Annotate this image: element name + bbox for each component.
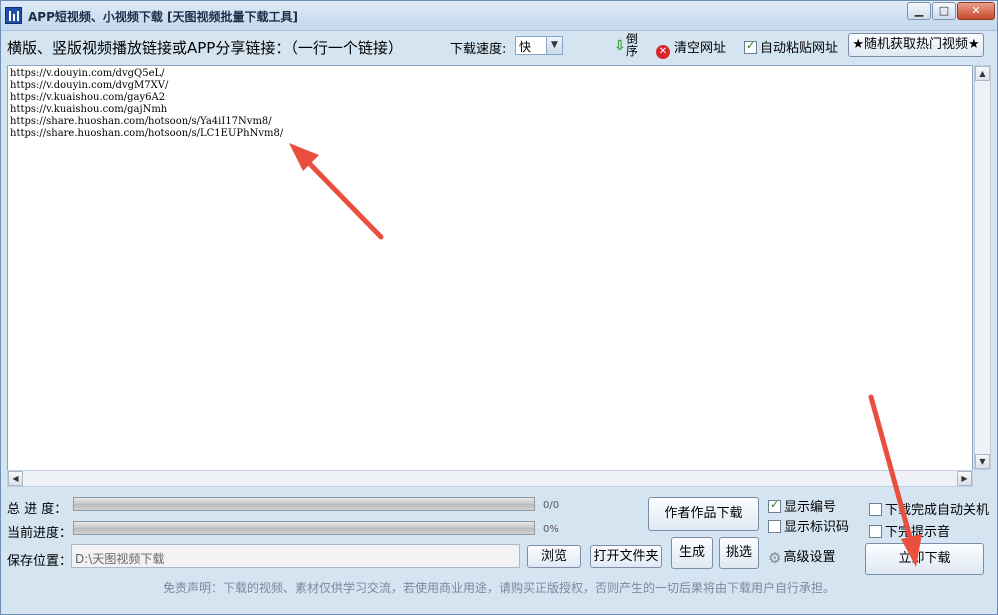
total-progress-bar bbox=[73, 497, 535, 511]
show-number-label: 显示编号 bbox=[784, 500, 837, 515]
random-hot-video-button[interactable]: ★随机获取热门视频★ bbox=[848, 33, 984, 57]
chevron-down-icon: ▼ bbox=[546, 37, 562, 54]
arrow-down-icon: ⇩ bbox=[614, 38, 626, 54]
minimize-button[interactable]: ▁ bbox=[907, 2, 931, 20]
auto-paste-label: 自动粘贴网址 bbox=[760, 41, 839, 56]
show-id-checkbox[interactable]: 显示标识码 bbox=[768, 516, 849, 535]
maximize-button[interactable]: □ bbox=[932, 2, 956, 20]
close-button[interactable]: ✕ bbox=[957, 2, 995, 20]
app-logo-icon bbox=[5, 7, 22, 24]
show-id-label: 显示标识码 bbox=[784, 520, 850, 535]
current-progress-bar bbox=[73, 521, 535, 535]
vertical-scrollbar[interactable]: ▲ ▼ bbox=[974, 65, 991, 470]
window-title: APP短视频、小视频下载 [天图视频批量下载工具] bbox=[28, 10, 299, 24]
url-input-prompt: 横版、竖版视频播放链接或APP分享链接：（一行一个链接） bbox=[7, 39, 403, 57]
app-window: APP短视频、小视频下载 [天图视频批量下载工具] ▁ □ ✕ 横版、竖版视频播… bbox=[0, 0, 998, 615]
sound-prompt-checkbox[interactable]: 下完提示音 bbox=[869, 521, 950, 540]
author-works-download-button[interactable]: 作者作品下载 bbox=[648, 497, 759, 531]
generate-button[interactable]: 生成 bbox=[671, 537, 713, 569]
current-progress-label: 当前进度： bbox=[7, 526, 73, 541]
disclaimer-text: 免责声明：下载的视频、素材仅供学习交流，若使用商业用途，请购买正版授权，否则产生… bbox=[162, 581, 835, 595]
auto-shutdown-checkbox[interactable]: 下载完成自动关机 bbox=[869, 499, 989, 518]
save-location-label: 保存位置： bbox=[7, 554, 73, 569]
horizontal-scrollbar[interactable]: ◀ ▶ bbox=[7, 470, 973, 487]
save-path-field[interactable]: D:\天图视频下载 bbox=[71, 544, 520, 568]
clear-icon: ✕ bbox=[656, 45, 670, 59]
scroll-up-icon[interactable]: ▲ bbox=[975, 66, 990, 81]
total-progress-value: 0/0 bbox=[543, 500, 560, 511]
advanced-settings-button[interactable]: ⚙ 高级设置 bbox=[768, 546, 835, 567]
auto-paste-checkbox-box bbox=[744, 39, 757, 54]
browse-button[interactable]: 浏览 bbox=[527, 545, 581, 568]
scroll-down-icon[interactable]: ▼ bbox=[975, 454, 990, 469]
sound-prompt-checkbox-box bbox=[869, 525, 882, 538]
scroll-right-icon[interactable]: ▶ bbox=[957, 471, 972, 486]
open-folder-button[interactable]: 打开文件夹 bbox=[590, 545, 662, 568]
speed-select[interactable]: 快 ▼ bbox=[515, 36, 563, 55]
auto-shutdown-checkbox-box bbox=[869, 503, 882, 516]
current-progress-value: 0% bbox=[543, 524, 559, 535]
total-progress-label: 总 进 度： bbox=[7, 502, 68, 517]
reverse-order-label: 倒序 bbox=[626, 32, 639, 58]
gear-icon: ⚙ bbox=[768, 549, 782, 567]
title-bar: APP短视频、小视频下载 [天图视频批量下载工具] ▁ □ ✕ bbox=[1, 1, 997, 31]
auto-paste-checkbox[interactable]: 自动粘贴网址 bbox=[744, 37, 838, 56]
url-textarea[interactable]: https://v.douyin.com/dvgQ5eL/ https://v.… bbox=[7, 65, 973, 487]
clear-urls-button[interactable]: ✕ 清空网址 bbox=[656, 37, 726, 59]
sound-prompt-label: 下完提示音 bbox=[885, 525, 951, 540]
speed-label: 下载速度: bbox=[450, 42, 507, 57]
show-number-checkbox-box bbox=[768, 498, 781, 513]
url-list-text: https://v.douyin.com/dvgQ5eL/ https://v.… bbox=[10, 68, 284, 139]
scroll-left-icon[interactable]: ◀ bbox=[8, 471, 23, 486]
reverse-order-button[interactable]: ⇩ 倒序 bbox=[612, 33, 640, 59]
pick-button[interactable]: 挑选 bbox=[719, 537, 759, 569]
show-id-checkbox-box bbox=[768, 520, 781, 533]
show-number-checkbox[interactable]: 显示编号 bbox=[768, 496, 836, 515]
advanced-settings-label: 高级设置 bbox=[783, 550, 836, 565]
speed-value: 快 bbox=[519, 40, 532, 54]
clear-urls-label: 清空网址 bbox=[674, 41, 727, 56]
save-path-value: D:\天图视频下载 bbox=[75, 552, 165, 566]
download-now-button[interactable]: 立即下载 bbox=[865, 543, 984, 575]
auto-shutdown-label: 下载完成自动关机 bbox=[885, 503, 990, 518]
